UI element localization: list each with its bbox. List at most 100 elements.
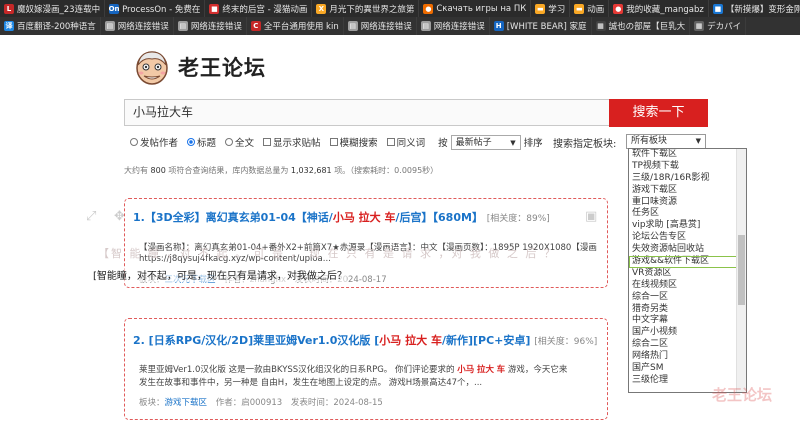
page-icon: ■ (712, 3, 723, 14)
checkbox-fuzzy[interactable]: 模糊搜索 (329, 135, 378, 149)
bookmark-item[interactable]: ▦ 誠也の部屋【巨乳大 (592, 17, 691, 35)
page-icon: ▦ (694, 21, 705, 31)
radio-label: 发帖作者 (140, 138, 179, 149)
dropdown-scrollbar[interactable] (736, 149, 746, 392)
bookmark-item[interactable]: ● 我的收藏_mangabz (609, 0, 709, 17)
bookmark-item[interactable]: ▤ 网络连接错误 (417, 17, 490, 35)
dropdown-option[interactable]: 三级/18R/16R影视 (629, 173, 746, 185)
dropdown-option[interactable]: 重口味资源 (629, 197, 746, 209)
bookmark-label: 【新摸爆】变形金刚 (725, 4, 800, 15)
bookmark-item[interactable]: ■ 【新摸爆】变形金刚 (709, 0, 800, 17)
dropdown-option[interactable]: 软件下载区 (629, 149, 746, 161)
bookmark-item[interactable]: ● Скачать игры на ПК (419, 0, 532, 17)
error-page-icon: ▤ (104, 21, 115, 31)
highlight-term: 车 (384, 211, 396, 224)
bookmark-item[interactable]: ▬ 学习 (531, 0, 571, 17)
comic-icon: L (4, 3, 14, 14)
sort-suffix: 排序 (523, 138, 543, 149)
board-link[interactable]: 游戏下载区 (165, 398, 208, 408)
highlight-term: 小马 (379, 334, 402, 347)
site-title[interactable]: 老王论坛 (178, 52, 266, 82)
bookmark-item[interactable]: H [WHITE BEAR] 家庭 (490, 17, 592, 35)
dropdown-option[interactable]: vip求助 [高悬赏] (629, 220, 746, 232)
author-link[interactable]: 作者：启000913 (216, 398, 282, 408)
radio-circle[interactable] (225, 138, 234, 146)
checkbox-box[interactable] (329, 138, 338, 146)
dropdown-option[interactable]: 综合二区 (629, 339, 746, 351)
radio-circle-selected[interactable] (187, 138, 196, 146)
radio-label: 标题 (197, 138, 217, 149)
error-page-icon: ▤ (420, 21, 431, 31)
bookmark-item[interactable]: ■ 终末的后宫 - 漫猫动画 (205, 0, 313, 17)
site-watermark: 老王论坛 (712, 386, 773, 404)
bookmark-label: 学习 (548, 4, 566, 15)
result-title[interactable]: 2. [日系RPG/汉化/2D]莱里亚姆Ver1.0汉化版 [小马 拉大 车/新… (133, 332, 597, 348)
bookmark-item[interactable]: C 全平台通用使用 kin (247, 17, 344, 35)
bookmark-item[interactable]: X 月光下的異世界之旅第 (312, 0, 420, 17)
highlight-term: 小马 (457, 365, 475, 375)
dropdown-option[interactable]: 在线视频区 (629, 280, 746, 292)
error-page-icon: ▤ (177, 21, 188, 31)
expand-icon[interactable]: ⤢ (86, 209, 96, 224)
dropdown-option[interactable]: 中文字幕 (629, 315, 746, 327)
radio-fulltext[interactable]: 全文 (225, 135, 254, 149)
highlight-term: 拉大 (358, 211, 381, 224)
bookmark-item[interactable]: ▤ 网络连接错误 (101, 17, 174, 35)
checkbox-label: 显示求贴帖 (273, 138, 321, 149)
bookmarks-bar: L 魔奴嫁漫画_23连载中 On ProcessOn - 免费在 ■ 终末的后宫 - 漫猫… (0, 0, 800, 17)
bookmark-label: 网络连接错误 (360, 22, 412, 32)
dropdown-option[interactable]: 网络热门 (629, 351, 746, 363)
bookmark-item[interactable]: ▦ デカパイ (690, 17, 747, 35)
scrollbar-thumb[interactable] (738, 235, 745, 305)
bookmark-item[interactable]: ▤ 网络连接错误 (344, 17, 417, 35)
bookmark-label: 终末的后宫 - 漫猫动画 (222, 4, 308, 15)
bookmark-label: 动画 (587, 4, 605, 15)
bookmark-item[interactable]: ▤ 网络连接错误 (174, 17, 247, 35)
dropdown-option[interactable]: 论坛公告专区 (629, 232, 746, 244)
bookmark-item[interactable]: ▬ 动画 (570, 0, 610, 17)
title-text: 1.【3D全彩】离幻真玄弟01-04【神话/ (133, 211, 333, 224)
star-icon: ● (613, 3, 624, 14)
search-input[interactable]: 小马拉大车 (124, 99, 610, 126)
bookmark-label: 百度翻译-200种语言 (17, 22, 96, 32)
search-options: 发帖作者 标题 全文 显示求贴帖 模糊搜索 同义词 按 最新帖子 ▼ 排序 (130, 134, 543, 150)
dropdown-option[interactable]: 综合一区 (629, 292, 746, 304)
board-dropdown-list[interactable]: 软件下载区 TP视频下载 三级/18R/16R影视 游戏下载区 重口味资源 任务区 vip求… (628, 148, 747, 393)
checkbox-show-request[interactable]: 显示求贴帖 (263, 135, 321, 149)
dropdown-option[interactable]: 游戏下载区 (629, 185, 746, 197)
relevance-badge: [相关度：89%] (486, 214, 550, 224)
dropdown-option[interactable]: VR资源区 (629, 268, 746, 280)
dropdown-option[interactable]: 国产SM (629, 363, 746, 375)
bookmark-label: Скачать игры на ПК (436, 3, 527, 14)
radio-title[interactable]: 标题 (187, 135, 216, 149)
result-title[interactable]: 1.【3D全彩】离幻真玄弟01-04【神话/小马 拉大 车/后宫】【680M】 … (133, 209, 550, 225)
radio-author[interactable]: 发帖作者 (130, 135, 178, 149)
checkbox-box[interactable] (386, 138, 395, 146)
dropdown-option[interactable]: 失效资源帖回收站 (629, 244, 746, 256)
bookmark-label: 魔奴嫁漫画_23连载中 (17, 4, 101, 15)
bookmark-label: ProcessOn - 免费在 (122, 4, 201, 15)
relevance-badge: [相关度：96%] (534, 337, 598, 347)
bookmark-item[interactable]: 译百度翻译-200种语言 (0, 17, 101, 35)
checkbox-label: 模糊搜索 (339, 138, 378, 149)
dropdown-option[interactable]: TP视频下载 (629, 161, 746, 173)
old-man-face-icon[interactable] (132, 47, 172, 87)
stats-prefix: 大约有 (124, 166, 148, 175)
bookmark-label: 网络连接错误 (117, 22, 169, 32)
checkbox-synonym[interactable]: 同义词 (386, 135, 425, 149)
result-snippet: 莱里亚姆Ver1.0汉化版 这是一款由BKYSS汉化组汉化的日系RPG。 你们评… (139, 363, 567, 375)
bookmark-item[interactable]: L 魔奴嫁漫画_23连载中 (0, 0, 106, 17)
bookmark-label: 月光下的異世界之旅第 (329, 4, 415, 15)
search-button[interactable]: 搜索一下 (609, 99, 708, 127)
result-snippet: 发生在故事和事件中，另一种是 自由H，发生在地图上设定的点。 游戏H场景高达47… (139, 378, 483, 388)
dropdown-option[interactable]: 游戏&&软件下载区 (629, 256, 746, 268)
checkbox-box[interactable] (263, 138, 272, 146)
dropdown-option[interactable]: 国产小视频 (629, 327, 746, 339)
dropdown-option[interactable]: 猎奇另类 (629, 304, 746, 316)
radio-circle[interactable] (130, 138, 138, 146)
bookmark-item[interactable]: On ProcessOn - 免费在 (105, 0, 206, 17)
sort-select[interactable]: 最新帖子 ▼ (450, 134, 521, 150)
dropdown-option[interactable]: 任务区 (629, 208, 746, 220)
board-select[interactable]: 所有板块 ▼ (626, 134, 706, 149)
bookmark-label: 网络连接错误 (190, 22, 242, 32)
